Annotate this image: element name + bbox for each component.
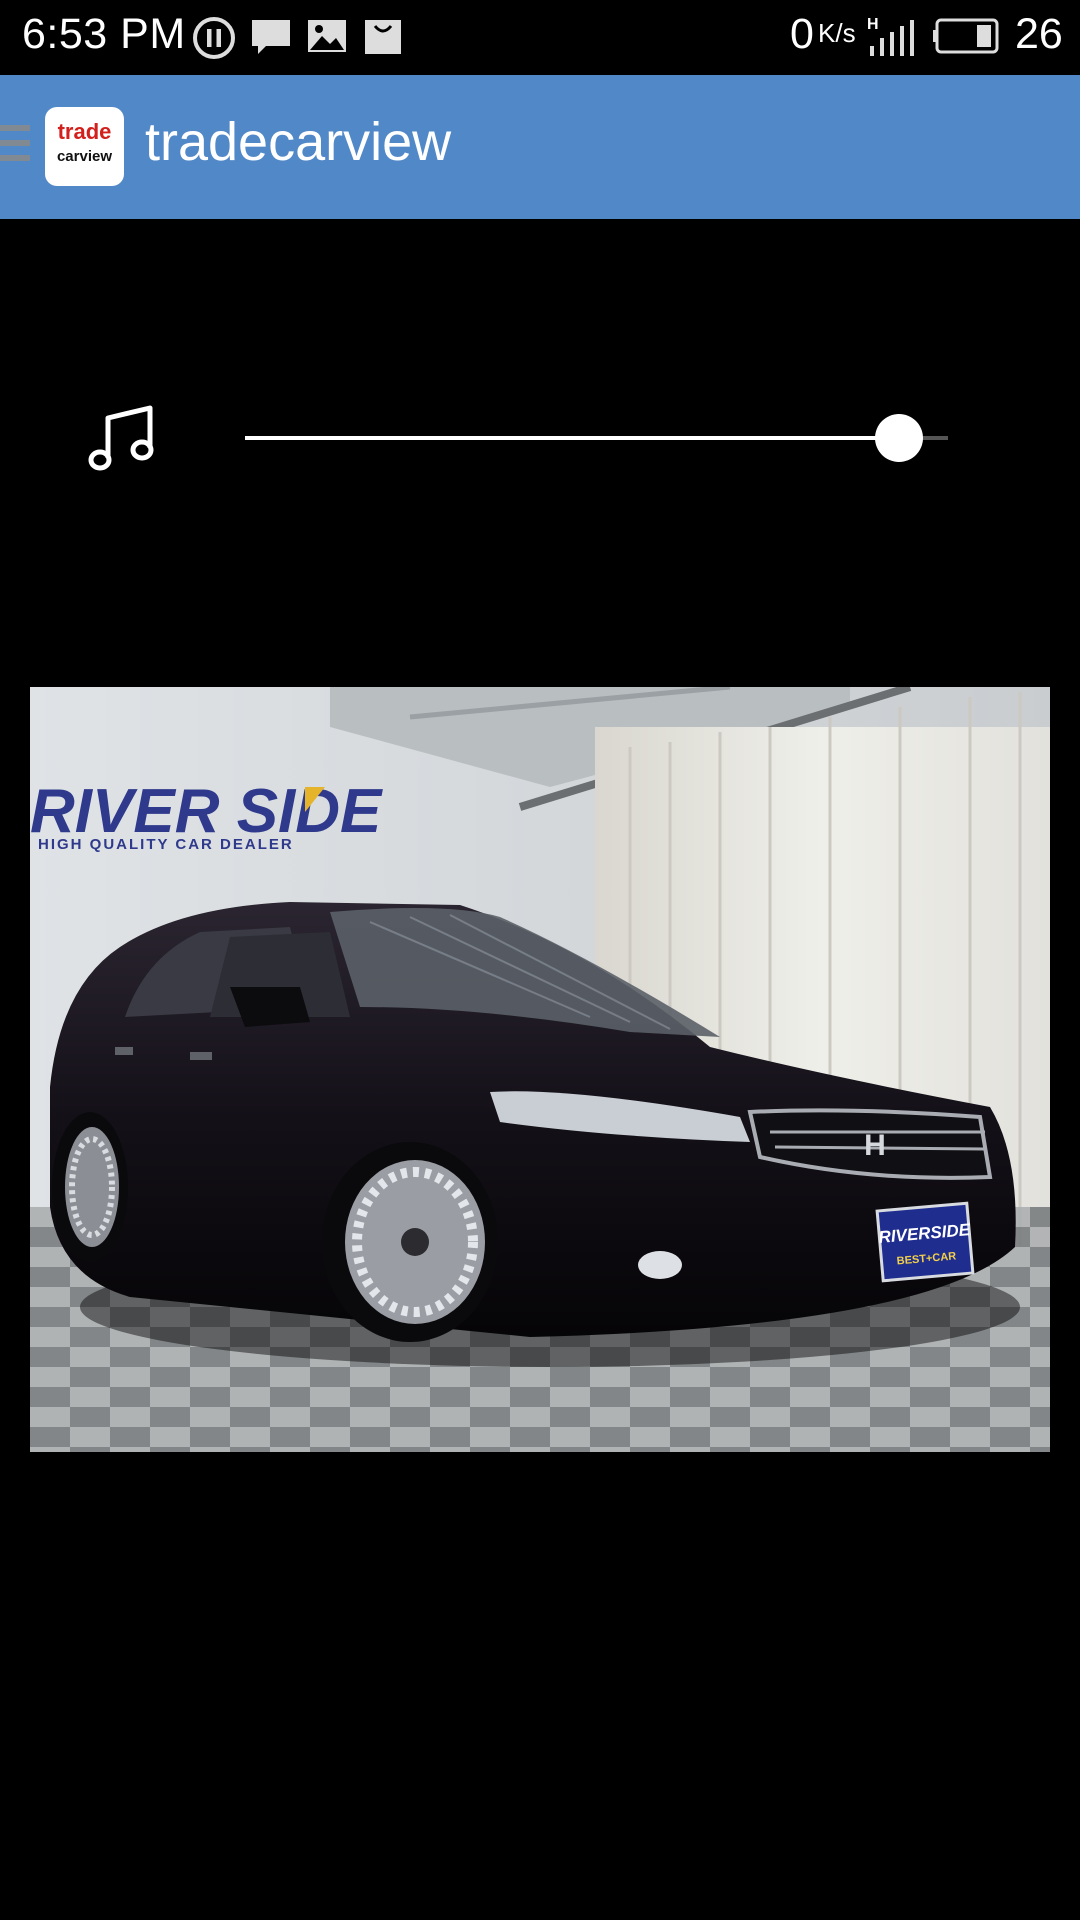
rear-wheel	[52, 1112, 128, 1262]
menu-icon[interactable]	[0, 125, 30, 169]
status-bar: 6:53 PM 0 K/s H 26	[0, 0, 1080, 75]
car-photo-illustration: RIVER SIDE HIGH QUALITY CAR DEALER H RIV…	[30, 687, 1050, 1452]
svg-text:H: H	[864, 1129, 886, 1162]
bag-icon	[365, 20, 401, 54]
message-icon	[252, 20, 290, 54]
audio-seek-thumb[interactable]	[874, 414, 923, 462]
logo-carview-text: carview	[56, 148, 113, 165]
battery-level: 26	[1015, 10, 1063, 58]
dealer-sign-subtext: HIGH QUALITY CAR DEALER	[38, 836, 294, 853]
app-title: tradecarview	[145, 112, 452, 172]
image-icon	[308, 20, 346, 52]
battery-icon	[933, 18, 999, 54]
audio-seek-progress	[245, 436, 899, 440]
app-logo[interactable]: trade carview	[45, 107, 124, 186]
car-photo[interactable]: RIVER SIDE HIGH QUALITY CAR DEALER H RIV…	[30, 687, 1050, 1452]
net-speed-unit: K/s	[818, 18, 856, 48]
net-speed-value: 0	[790, 10, 814, 58]
app-bar: trade carview tradecarview	[0, 75, 1080, 219]
signal-icon	[870, 20, 914, 56]
pause-icon	[193, 17, 235, 59]
logo-trade-text: trade	[57, 119, 112, 144]
audio-seek-track[interactable]	[245, 436, 948, 440]
music-note-icon	[88, 405, 154, 471]
status-time: 6:53 PM	[22, 10, 186, 58]
front-wheel	[322, 1142, 498, 1342]
